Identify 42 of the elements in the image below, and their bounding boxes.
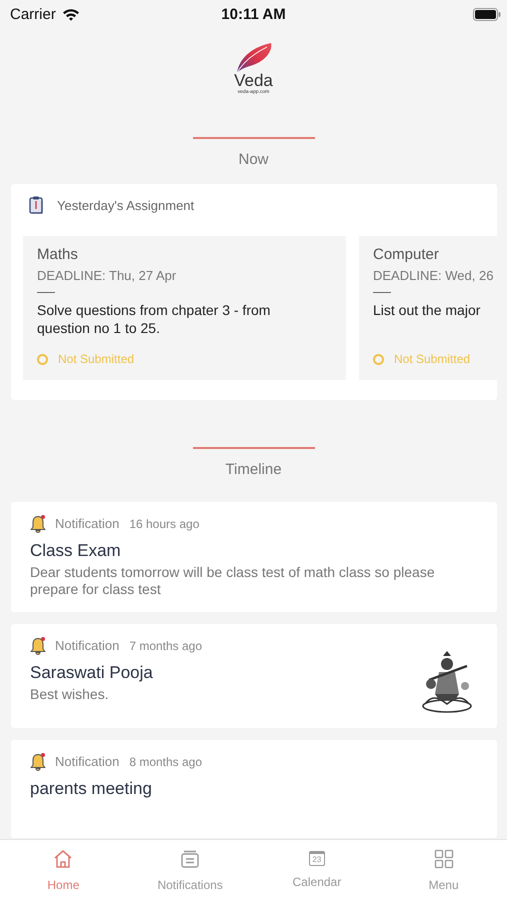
bell-icon — [30, 514, 47, 533]
home-icon — [53, 848, 74, 868]
section-title: Timeline — [225, 461, 282, 478]
assignment-item[interactable]: Maths DEADLINE: Thu, 27 Apr Solve questions from chpater 3 - from question no 1 to 25. Not Submitted — [23, 236, 346, 380]
carrier-label: Carrier — [10, 6, 56, 22]
card-title: Yesterday's Assignment — [57, 198, 194, 212]
notification-card[interactable]: Notification 7 months ago Saraswati Pooja Best wishes. — [11, 624, 497, 728]
status-text: Not Submitted — [58, 352, 134, 366]
battery-icon — [473, 8, 501, 20]
notification-time: 7 months ago — [129, 638, 202, 652]
notification-type: Notification — [55, 754, 120, 769]
calendar-icon: 23 — [308, 851, 325, 866]
clipboard-icon — [29, 196, 45, 214]
status-dot-icon — [37, 354, 48, 364]
bell-icon — [30, 752, 47, 771]
status-text: Not Submitted — [394, 352, 470, 366]
grid-menu-icon — [434, 848, 454, 868]
notification-time: 8 months ago — [129, 754, 202, 768]
notification-time: 16 hours ago — [129, 516, 200, 530]
notification-title: Class Exam — [30, 541, 122, 561]
notification-title: parents meeting — [30, 779, 153, 799]
notification-body: Dear students tomorrow will be class test of math class so please prepare for class test — [30, 564, 436, 598]
notification-body: Best wishes. — [30, 686, 110, 703]
assignment-description: Solve questions from chpater 3 - from question no 1 to 25. — [37, 301, 272, 337]
deadline-text: DEADLINE: Thu, 27 Apr — [37, 268, 178, 283]
notification-card[interactable]: Notification 8 months ago parents meeting — [11, 740, 497, 838]
subject-name: Computer — [373, 246, 440, 263]
logo-name: Veda — [234, 72, 273, 89]
notification-title: Saraswati Pooja — [30, 663, 154, 683]
clock-time: 10:11 AM — [221, 6, 286, 22]
notification-type: Notification — [55, 516, 120, 531]
section-title: Now — [238, 151, 268, 168]
deadline-text: DEADLINE: Wed, 26 — [373, 268, 494, 283]
assignment-item[interactable]: Computer DEADLINE: Wed, 26 List out the major Not Submitted — [359, 236, 497, 380]
notification-type: Notification — [55, 638, 120, 653]
status-dot-icon — [373, 354, 384, 364]
wifi-icon — [62, 8, 80, 20]
inbox-icon — [180, 848, 200, 868]
assignment-description: List out the major — [373, 301, 482, 320]
subject-name: Maths — [37, 246, 79, 263]
bell-icon — [30, 636, 47, 655]
notification-card[interactable]: Notification 16 hours ago Class Exam Dear students tomorrow will be class test of math class so please prepare for class test — [11, 502, 497, 612]
